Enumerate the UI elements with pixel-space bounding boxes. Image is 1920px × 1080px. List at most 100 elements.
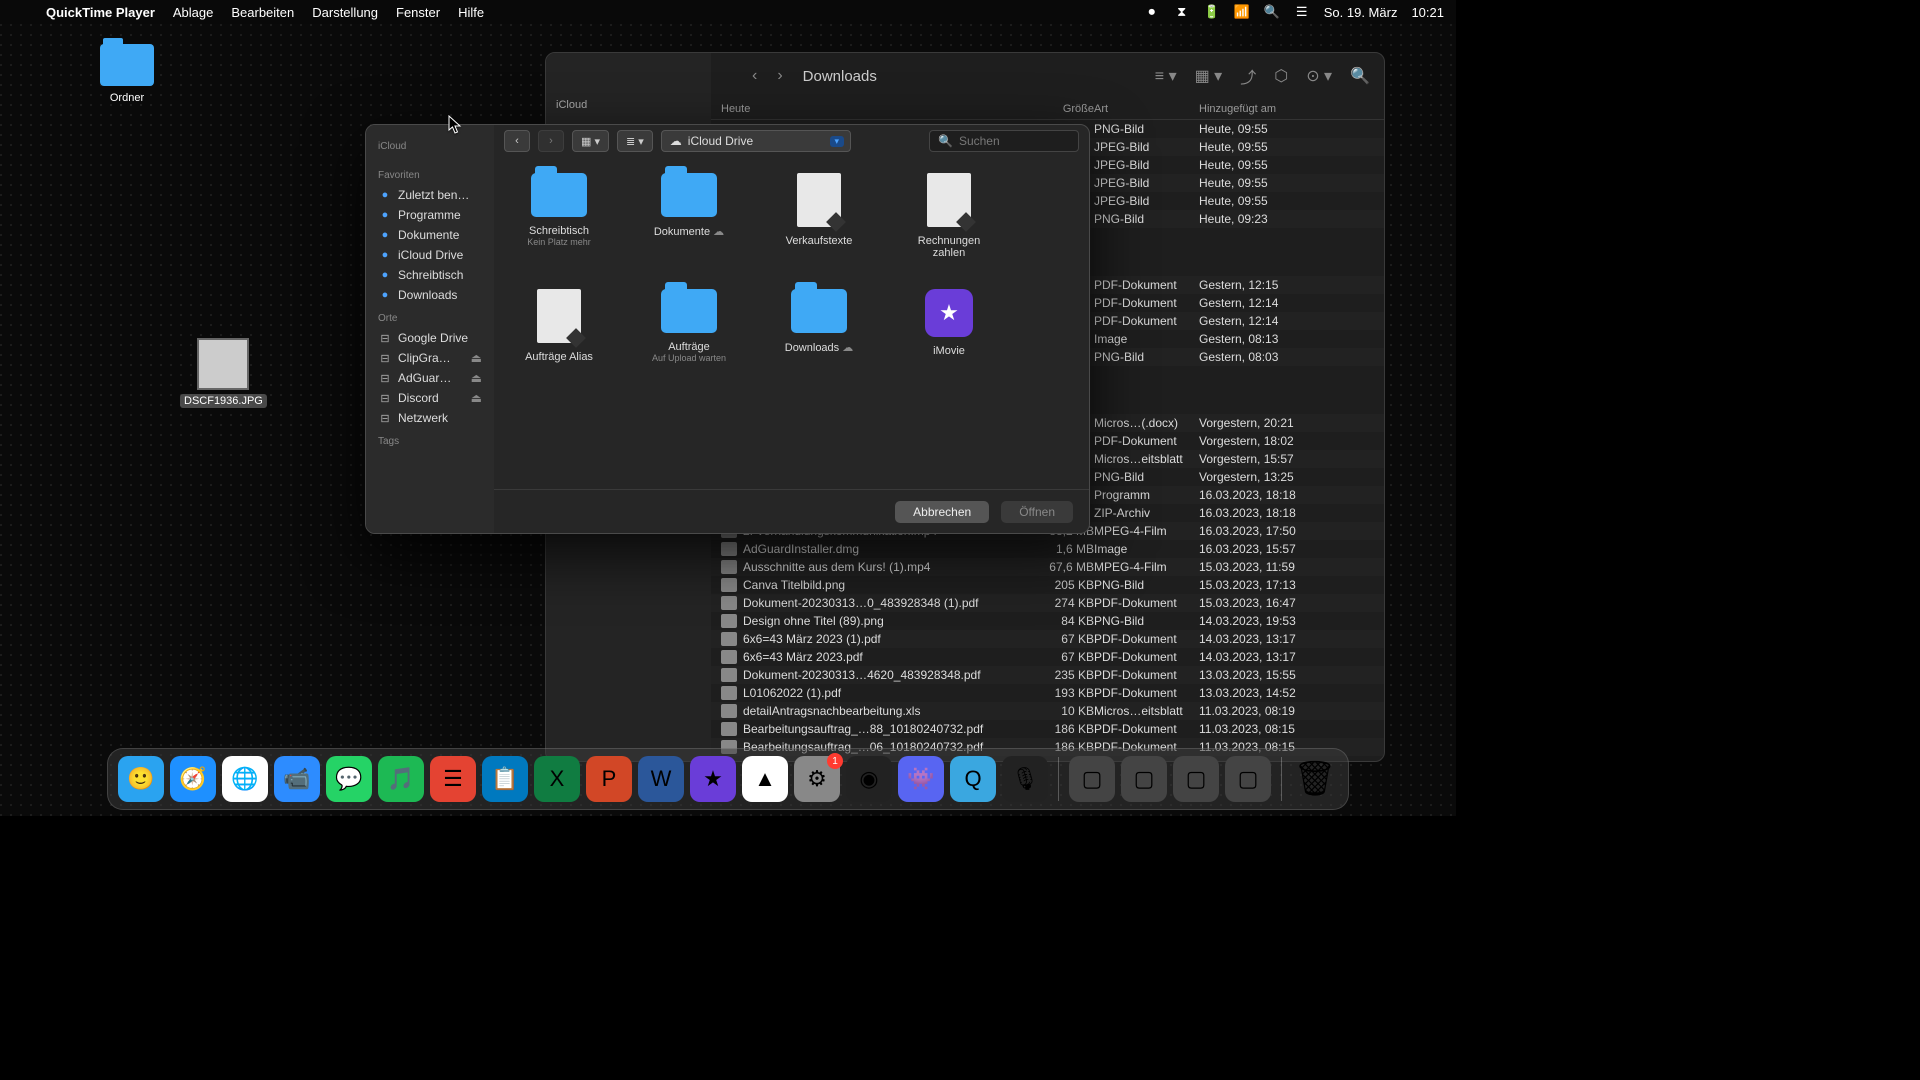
table-row[interactable]: Dokument-20230313…4620_483928348.pdf235 … xyxy=(711,666,1384,684)
menubar-time[interactable]: 10:21 xyxy=(1411,5,1444,20)
back-arrow-icon[interactable]: ‹ xyxy=(752,67,757,85)
col-date[interactable]: Heute xyxy=(721,103,1014,115)
table-row[interactable]: Design ohne Titel (89).png84 KBPNG-Bild1… xyxy=(711,612,1384,630)
sidebar-item-googledrive[interactable]: ⊟Google Drive xyxy=(374,328,486,348)
dialog-item-downloads[interactable]: Downloads ☁︎ xyxy=(774,289,864,363)
column-headers[interactable]: Heute Größe Art Hinzugefügt am xyxy=(711,99,1384,120)
dialog-item-schreibtisch[interactable]: SchreibtischKein Platz mehr xyxy=(514,173,604,259)
dialog-back-button[interactable]: ‹ xyxy=(504,130,530,152)
dialog-item-verkaufstexte[interactable]: Verkaufstexte xyxy=(774,173,864,259)
sidebar-item-clipgra[interactable]: ⊟ClipGra…⏏ xyxy=(374,348,486,368)
dock-discord[interactable]: 👾 xyxy=(898,756,944,802)
dialog-item-auftrge[interactable]: AufträgeAuf Upload warten xyxy=(644,289,734,363)
sidebar-item-downloads[interactable]: ●Downloads xyxy=(374,285,486,305)
file-kind: PDF-Dokument xyxy=(1094,596,1199,610)
dock-audio[interactable]: 🎙 xyxy=(1002,756,1048,802)
dock[interactable]: 🙂🧭🌐📹💬🎵☰📋XPW★▲⚙1◉👾Q🎙▢▢▢▢🗑 xyxy=(107,748,1349,810)
sidebar-item-discord[interactable]: ⊟Discord⏏ xyxy=(374,388,486,408)
dock-stack3[interactable]: ▢ xyxy=(1225,756,1271,802)
dock-powerpoint[interactable]: P xyxy=(586,756,632,802)
dock-stack1[interactable]: ▢ xyxy=(1121,756,1167,802)
menubar-date[interactable]: So. 19. März xyxy=(1324,5,1398,20)
tag-icon[interactable]: ⬡ xyxy=(1274,66,1288,86)
dock-chrome[interactable]: 🌐 xyxy=(222,756,268,802)
dock-imovie[interactable]: ★ xyxy=(690,756,736,802)
search-icon[interactable]: 🔍 xyxy=(1350,66,1370,86)
menu-fenster[interactable]: Fenster xyxy=(396,5,440,20)
wifi-icon[interactable]: 📶 xyxy=(1234,4,1250,20)
open-button[interactable]: Öffnen xyxy=(1001,501,1073,523)
table-row[interactable]: detailAntragsnachbearbeitung.xls10 KBMic… xyxy=(711,702,1384,720)
eject-icon[interactable]: ⏏ xyxy=(471,391,482,405)
dock-excel[interactable]: X xyxy=(534,756,580,802)
dock-siri[interactable]: ◉ xyxy=(846,756,892,802)
cancel-button[interactable]: Abbrechen xyxy=(895,501,989,523)
dock-drive[interactable]: ▲ xyxy=(742,756,788,802)
dock-stack2[interactable]: ▢ xyxy=(1173,756,1219,802)
dock-word[interactable]: W xyxy=(638,756,684,802)
dialog-search[interactable]: 🔍 Suchen xyxy=(929,130,1079,152)
dialog-item-imovie[interactable]: ★iMovie xyxy=(904,289,994,363)
record-icon[interactable]: ⏺ xyxy=(1144,4,1160,20)
dock-trash[interactable]: 🗑 xyxy=(1292,756,1338,802)
table-row[interactable]: Bearbeitungsauftrag_…88_10180240732.pdf1… xyxy=(711,720,1384,738)
dock-safari[interactable]: 🧭 xyxy=(170,756,216,802)
control-center-icon[interactable]: ☰ xyxy=(1294,4,1310,20)
battery-icon[interactable]: 🔋 xyxy=(1204,4,1220,20)
dock-zoom[interactable]: 📹 xyxy=(274,756,320,802)
share-icon[interactable]: ⤴ xyxy=(1240,64,1256,88)
sidebar-item-programme[interactable]: ●Programme xyxy=(374,205,486,225)
apple-icon[interactable] xyxy=(12,4,28,20)
view-group-icon[interactable]: ▦ ▾ xyxy=(1195,66,1223,86)
view-list-icon[interactable]: ≡ ▾ xyxy=(1155,66,1177,86)
dock-spotify[interactable]: 🎵 xyxy=(378,756,424,802)
dialog-view-grid[interactable]: ▦ ▾ xyxy=(572,130,609,152)
desktop-thumbnail[interactable]: DSCF1936.JPG xyxy=(180,334,267,408)
table-row[interactable]: Canva Titelbild.png205 KBPNG-Bild15.03.2… xyxy=(711,576,1384,594)
dialog-item-dokumente[interactable]: Dokumente ☁︎ xyxy=(644,173,734,259)
dock-settings[interactable]: ⚙1 xyxy=(794,756,840,802)
menu-hilfe[interactable]: Hilfe xyxy=(458,5,484,20)
sidebar-item-zuletztben[interactable]: ●Zuletzt ben… xyxy=(374,185,486,205)
clock-icon[interactable]: ⧗ xyxy=(1174,4,1190,20)
spotlight-icon[interactable]: 🔍 xyxy=(1264,4,1280,20)
col-size[interactable]: Größe xyxy=(1014,103,1094,115)
table-row[interactable]: 6x6=43 März 2023 (1).pdf67 KBPDF-Dokumen… xyxy=(711,630,1384,648)
menu-ablage[interactable]: Ablage xyxy=(173,5,213,20)
desktop-folder[interactable]: Ordner xyxy=(100,44,154,104)
eject-icon[interactable]: ⏏ xyxy=(471,371,482,385)
dock-trello[interactable]: 📋 xyxy=(482,756,528,802)
action-icon[interactable]: ⊙ ▾ xyxy=(1306,66,1332,86)
menu-app[interactable]: QuickTime Player xyxy=(46,5,155,20)
table-row[interactable]: L01062022 (1).pdf193 KBPDF-Dokument13.03… xyxy=(711,684,1384,702)
table-row[interactable]: Ausschnitte aus dem Kurs! (1).mp467,6 MB… xyxy=(711,558,1384,576)
sidebar-item-adguar[interactable]: ⊟AdGuar…⏏ xyxy=(374,368,486,388)
eject-icon[interactable]: ⏏ xyxy=(471,351,482,365)
table-row[interactable]: AdGuardInstaller.dmg1,6 MBImage16.03.202… xyxy=(711,540,1384,558)
sidebar-item-netzwerk[interactable]: ⊟Netzwerk xyxy=(374,408,486,428)
table-row[interactable]: Dokument-20230313…0_483928348 (1).pdf274… xyxy=(711,594,1384,612)
menu-bearbeiten[interactable]: Bearbeiten xyxy=(231,5,294,20)
dock-todoist[interactable]: ☰ xyxy=(430,756,476,802)
dialog-item-rechnungenzahlen[interactable]: Rechnungen zahlen xyxy=(904,173,994,259)
col-added[interactable]: Hinzugefügt am xyxy=(1199,103,1374,115)
forward-arrow-icon[interactable]: › xyxy=(777,67,782,85)
dialog-sidebar[interactable]: iCloud Favoriten ●Zuletzt ben…●Programme… xyxy=(366,125,494,533)
sidebar-item-schreibtisch[interactable]: ●Schreibtisch xyxy=(374,265,486,285)
dialog-view-group[interactable]: ≣ ▾ xyxy=(617,130,653,152)
dialog-item-auftrgealias[interactable]: Aufträge Alias xyxy=(514,289,604,363)
sidebar-item-iclouddrive[interactable]: ●iCloud Drive xyxy=(374,245,486,265)
dock-quicktime[interactable]: Q xyxy=(950,756,996,802)
desktop[interactable]: Ordner DSCF1936.JPG iCloud ‹ › Downloads… xyxy=(0,24,1456,816)
dialog-content[interactable]: SchreibtischKein Platz mehr Dokumente ☁︎ V… xyxy=(494,157,1089,489)
col-kind[interactable]: Art xyxy=(1094,103,1199,115)
dialog-path-popup[interactable]: ☁︎ iCloud Drive xyxy=(661,130,851,152)
menu-darstellung[interactable]: Darstellung xyxy=(312,5,378,20)
open-dialog[interactable]: iCloud Favoriten ●Zuletzt ben…●Programme… xyxy=(365,124,1090,534)
dialog-forward-button[interactable]: › xyxy=(538,130,564,152)
dock-preview[interactable]: ▢ xyxy=(1069,756,1115,802)
dock-whatsapp[interactable]: 💬 xyxy=(326,756,372,802)
table-row[interactable]: 6x6=43 März 2023.pdf67 KBPDF-Dokument14.… xyxy=(711,648,1384,666)
dock-finder[interactable]: 🙂 xyxy=(118,756,164,802)
sidebar-item-dokumente[interactable]: ●Dokumente xyxy=(374,225,486,245)
